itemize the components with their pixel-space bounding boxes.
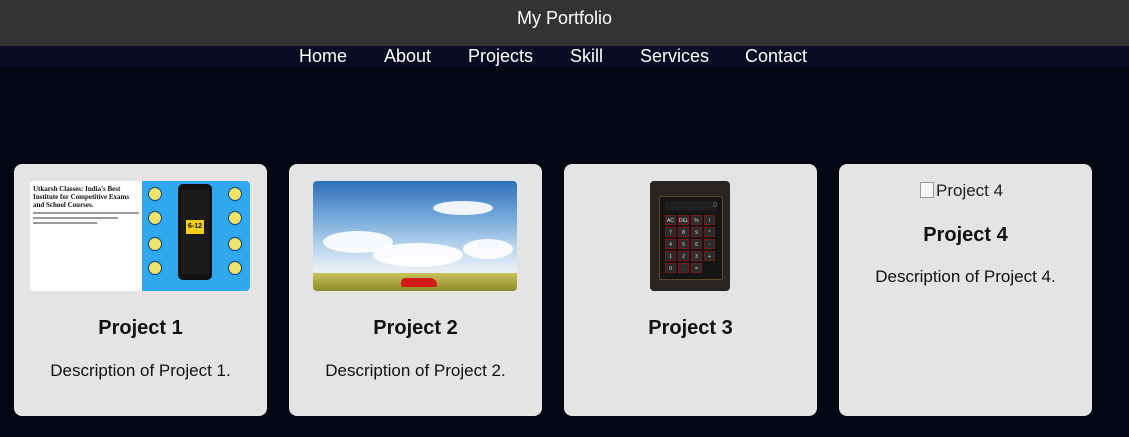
project-2-description: Description of Project 2. <box>325 361 506 380</box>
project-1-image: Utkarsh Classes: India's Best Institute … <box>30 181 250 291</box>
nav-skill[interactable]: Skill <box>570 46 603 66</box>
nav-home[interactable]: Home <box>299 46 347 66</box>
phone-graphic: 6-12 <box>178 184 212 280</box>
calculator-graphic: 0 AC DEL%/ 7 8 9 * 4 5 6- 1 2 3 +0. = <box>659 196 723 280</box>
calculator-key: * <box>704 227 715 237</box>
calculator-key: . <box>678 263 689 273</box>
calculator-key: 6 <box>691 239 702 249</box>
car-graphic <box>401 278 437 287</box>
calculator-key: AC <box>665 215 676 225</box>
project-1-title: Project 1 <box>98 317 183 339</box>
project-3-image: 0 AC DEL%/ 7 8 9 * 4 5 6- 1 2 3 +0. = <box>650 181 730 291</box>
project-card-3: 0 AC DEL%/ 7 8 9 * 4 5 6- 1 2 3 +0. = Project 3 <box>564 164 817 416</box>
calculator-key: 8 <box>678 227 689 237</box>
broken-image-icon <box>920 182 934 198</box>
calculator-key: 5 <box>678 239 689 249</box>
nav-about[interactable]: About <box>384 46 431 66</box>
calculator-key: 1 <box>665 251 676 261</box>
nav-services[interactable]: Services <box>640 46 709 66</box>
project-2-image <box>313 181 517 291</box>
calculator-key: + <box>704 251 715 261</box>
project-4-image: Project 4 <box>920 181 1003 201</box>
main-nav: Home About Projects Skill Services Conta… <box>0 46 1129 66</box>
calculator-display: 0 <box>665 201 717 211</box>
calculator-key: 7 <box>665 227 676 237</box>
nav-projects[interactable]: Projects <box>468 46 533 66</box>
project-card-1: Utkarsh Classes: India's Best Institute … <box>14 164 267 416</box>
calculator-key: DEL <box>678 215 689 225</box>
calculator-key: - <box>704 239 715 249</box>
project-card-2: Project 2 Description of Project 2. <box>289 164 542 416</box>
calculator-key: 3 <box>691 251 702 261</box>
calculator-key: 0 <box>665 263 676 273</box>
project-4-description: Description of Project 4. <box>875 267 1056 286</box>
calculator-key: 9 <box>691 227 702 237</box>
calculator-key: 4 <box>665 239 676 249</box>
project-card-4: Project 4 Project 4 Description of Proje… <box>839 164 1092 416</box>
calculator-key: % <box>691 215 702 225</box>
project-4-title: Project 4 <box>923 224 1008 246</box>
project-1-image-badge: 6-12 <box>186 220 204 234</box>
project-2-title: Project 2 <box>373 317 458 339</box>
project-1-description: Description of Project 1. <box>50 361 231 380</box>
site-header: My Portfolio <box>0 0 1129 46</box>
project-4-image-alt: Project 4 <box>936 181 1004 200</box>
site-title: My Portfolio <box>516 8 613 28</box>
calculator-key: = <box>691 263 702 273</box>
calculator-key: 2 <box>678 251 689 261</box>
project-3-title: Project 3 <box>648 317 733 339</box>
calculator-key: / <box>704 215 715 225</box>
nav-contact[interactable]: Contact <box>745 46 807 66</box>
project-1-image-headline: Utkarsh Classes: India's Best Institute … <box>33 185 130 209</box>
